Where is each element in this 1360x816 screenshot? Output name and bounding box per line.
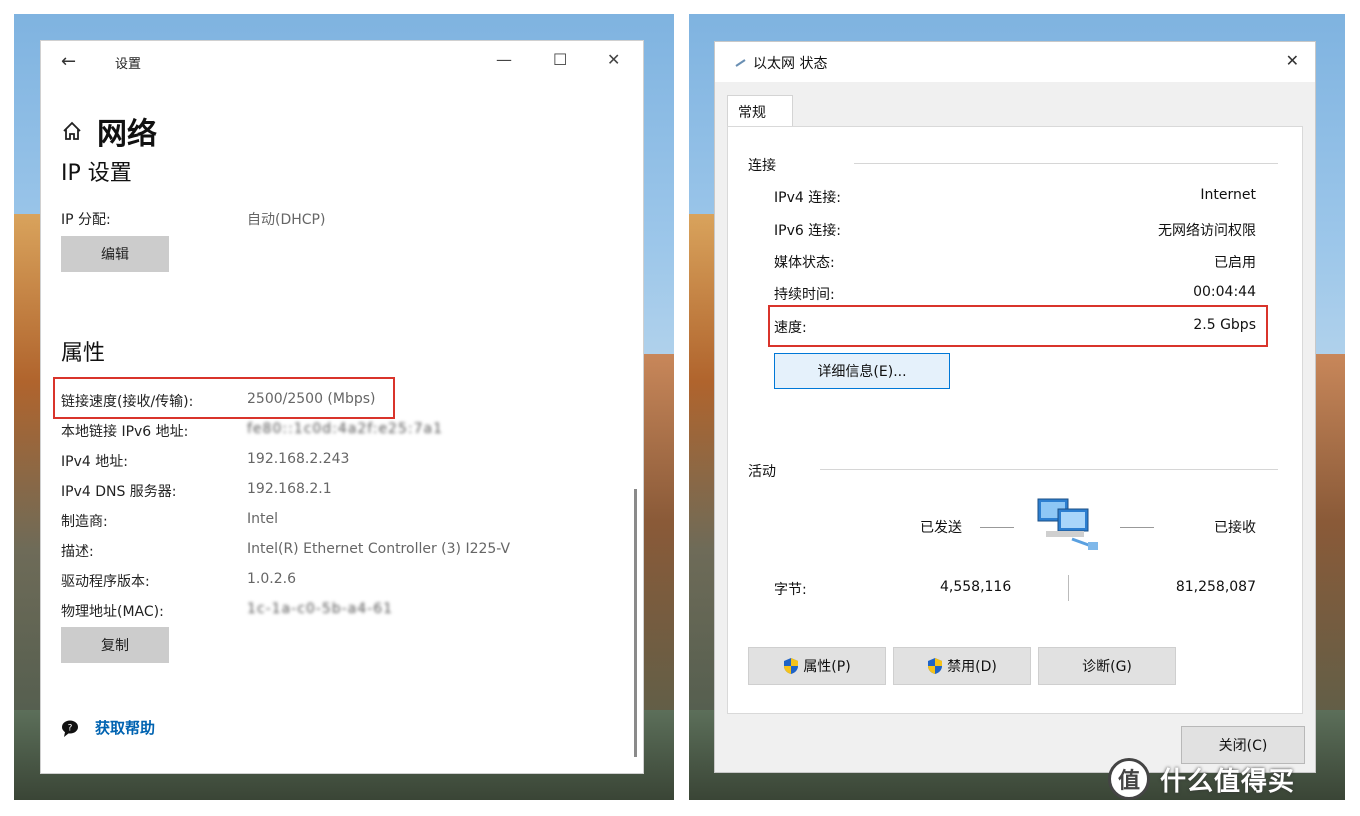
- prop-value-driver: 1.0.2.6: [247, 571, 296, 587]
- dialog-title: 以太网 状态: [735, 53, 827, 73]
- ip-assign-value: 自动(DHCP): [247, 212, 326, 228]
- conn-label-media: 媒体状态:: [774, 255, 835, 271]
- maximize-icon[interactable]: ☐: [553, 50, 567, 69]
- settings-titlebar: ← 设置 — ☐ ✕: [41, 41, 643, 81]
- svg-text:?: ?: [68, 723, 73, 733]
- general-panel: 连接 IPv4 连接: Internet IPv6 连接: 无网络访问权限 媒体…: [727, 126, 1303, 714]
- window-title: 设置: [115, 57, 142, 72]
- group-connection: 连接: [748, 158, 776, 174]
- prop-label-ipv6: 本地链接 IPv6 地址:: [61, 424, 189, 440]
- prop-value-ipv4: 192.168.2.243: [247, 451, 350, 467]
- get-help[interactable]: ? 获取帮助: [61, 717, 155, 738]
- conn-label-duration: 持续时间:: [774, 287, 835, 303]
- group-divider: [820, 469, 1278, 470]
- received-label: 已接收: [1214, 520, 1256, 536]
- section-properties: 属性: [61, 341, 106, 366]
- edit-button[interactable]: 编辑: [61, 236, 169, 272]
- properties-button[interactable]: 属性(P): [748, 647, 886, 685]
- close-icon[interactable]: ✕: [607, 50, 620, 69]
- disable-button-label: 禁用(D): [947, 659, 997, 675]
- prop-value-ipv6: fe80::1c0d:4a2f:e25:7a1: [247, 421, 443, 437]
- settings-window: ← 设置 — ☐ ✕ 网络 IP 设置 IP 分配: 自动(DHCP) 编辑 属…: [41, 41, 643, 773]
- section-ip-settings: IP 设置: [61, 161, 132, 186]
- conn-value-speed: 2.5 Gbps: [1193, 317, 1256, 333]
- conn-value-ipv4: Internet: [1200, 187, 1256, 203]
- network-computers-icon: [1037, 498, 1098, 550]
- prop-value-manufacturer: Intel: [247, 511, 278, 527]
- watermark-logo: 值: [1108, 758, 1150, 800]
- sent-label: 已发送: [920, 520, 962, 536]
- page-title: 网络: [97, 117, 157, 152]
- conn-label-speed: 速度:: [774, 320, 807, 336]
- minimize-icon[interactable]: —: [496, 50, 512, 69]
- group-divider: [854, 163, 1278, 164]
- close-icon[interactable]: ✕: [1286, 51, 1299, 70]
- network-cable-icon: [735, 59, 746, 67]
- prop-value-dns: 192.168.2.1: [247, 481, 332, 497]
- tab-general[interactable]: 常规: [727, 95, 793, 127]
- ip-assign-label: IP 分配:: [61, 212, 111, 228]
- prop-label-dns: IPv4 DNS 服务器:: [61, 484, 177, 500]
- diagnose-button[interactable]: 诊断(G): [1038, 647, 1176, 685]
- bytes-divider: [1068, 575, 1069, 601]
- conn-value-duration: 00:04:44: [1193, 284, 1256, 300]
- prop-value-link-speed: 2500/2500 (Mbps): [247, 391, 376, 407]
- chat-help-icon: ?: [62, 720, 78, 737]
- prop-label-description: 描述:: [61, 544, 94, 560]
- conn-label-ipv4: IPv4 连接:: [774, 190, 841, 206]
- conn-value-ipv6: 无网络访问权限: [1158, 223, 1256, 239]
- watermark-text: 什么值得买: [1160, 766, 1296, 797]
- ethernet-status-dialog: 以太网 状态 ✕ 常规 连接 IPv4 连接: Internet IPv6 连接…: [715, 42, 1315, 772]
- prop-label-driver: 驱动程序版本:: [61, 574, 150, 590]
- conn-value-media: 已启用: [1214, 255, 1256, 271]
- screenshot-composite: ← 设置 — ☐ ✕ 网络 IP 设置 IP 分配: 自动(DHCP) 编辑 属…: [0, 0, 1360, 816]
- watermark: 值 什么值得买: [1108, 758, 1295, 800]
- page-heading: 网络: [61, 109, 157, 153]
- uac-shield-icon: [784, 658, 799, 674]
- diagnose-button-label: 诊断(G): [1082, 659, 1132, 675]
- conn-label-ipv6: IPv6 连接:: [774, 223, 841, 239]
- uac-shield-icon: [928, 658, 943, 674]
- home-icon: [63, 121, 81, 140]
- back-arrow-icon[interactable]: ←: [61, 51, 76, 72]
- help-link[interactable]: 获取帮助: [95, 717, 155, 738]
- prop-value-description: Intel(R) Ethernet Controller (3) I225-V: [247, 541, 511, 557]
- bytes-sent-value: 4,558,116: [940, 579, 1012, 595]
- scrollbar[interactable]: [634, 489, 637, 757]
- details-button[interactable]: 详细信息(E)...: [774, 353, 950, 389]
- bytes-label: 字节:: [774, 582, 807, 598]
- prop-label-manufacturer: 制造商:: [61, 514, 108, 530]
- sent-dash: [980, 527, 1014, 528]
- dialog-title-text: 以太网 状态: [753, 56, 828, 72]
- properties-button-label: 属性(P): [803, 659, 851, 675]
- bytes-received-value: 81,258,087: [1175, 579, 1256, 595]
- prop-value-mac: 1c-1a-c0-5b-a4-61: [247, 601, 394, 617]
- prop-label-mac: 物理地址(MAC):: [61, 604, 164, 620]
- received-dash: [1120, 527, 1154, 528]
- prop-label-link-speed: 链接速度(接收/传输):: [61, 394, 194, 410]
- prop-label-ipv4: IPv4 地址:: [61, 454, 128, 470]
- copy-button[interactable]: 复制: [61, 627, 169, 663]
- disable-button[interactable]: 禁用(D): [893, 647, 1031, 685]
- group-activity: 活动: [748, 464, 776, 480]
- dialog-titlebar: 以太网 状态 ✕: [715, 42, 1315, 82]
